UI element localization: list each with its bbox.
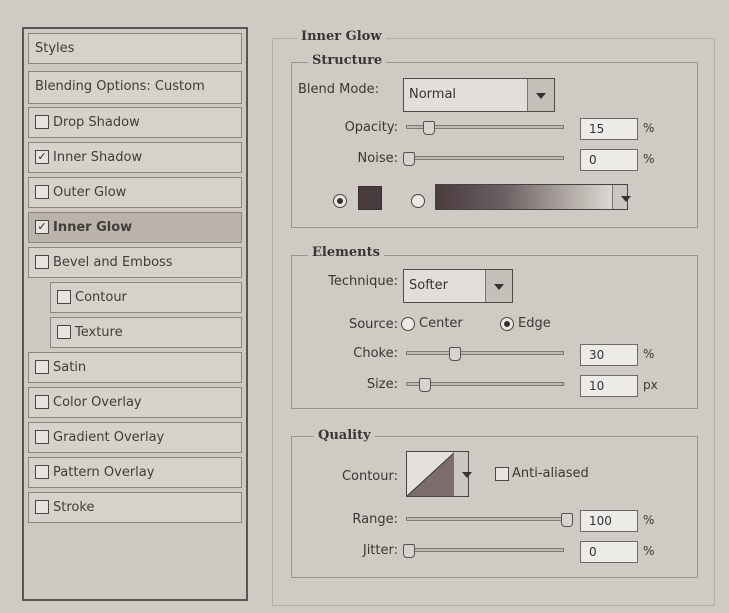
jitter-slider-track[interactable] [406, 548, 564, 552]
style-item-stroke[interactable]: Stroke [28, 492, 242, 523]
style-item-outer-glow[interactable]: Outer Glow [28, 177, 242, 208]
contour-checkbox[interactable] [57, 289, 71, 304]
size-unit: px [643, 378, 658, 392]
anti-aliased-label: Anti-aliased [512, 466, 589, 481]
noise-label: Noise: [357, 151, 398, 166]
blend-mode-select[interactable]: Normal [403, 78, 555, 112]
style-item-label: Contour [75, 290, 127, 305]
style-item-label: Gradient Overlay [53, 430, 165, 445]
style-item-label: Satin [53, 360, 87, 375]
noise-slider-thumb[interactable] [403, 152, 415, 166]
technique-value: Softer [409, 278, 448, 293]
noise-slider-track[interactable] [406, 156, 564, 160]
style-item-label: Bevel and Emboss [53, 255, 173, 270]
color-overlay-checkbox[interactable] [35, 394, 49, 409]
range-unit: % [643, 513, 655, 527]
jitter-input[interactable]: 0 [580, 541, 638, 563]
contour-label: Contour: [341, 469, 398, 484]
style-item-label: Color Overlay [53, 395, 142, 410]
styles-panel: Styles Blending Options: Custom Drop Sha… [22, 27, 248, 601]
source-edge-label: Edge [518, 316, 551, 331]
blending-options-label: Blending Options: Custom [35, 79, 205, 94]
style-item-label: Outer Glow [53, 185, 127, 200]
styles-header[interactable]: Styles [28, 33, 242, 64]
style-item-label: Pattern Overlay [53, 465, 155, 480]
style-item-label: Stroke [53, 500, 95, 515]
opacity-input[interactable]: 15 [580, 118, 638, 140]
quality-title: Quality [314, 428, 375, 443]
gradient-picker[interactable] [435, 184, 631, 210]
opacity-label: Opacity: [344, 120, 398, 135]
style-item-inner-glow[interactable]: ✓ Inner Glow [28, 212, 242, 243]
choke-slider-thumb[interactable] [449, 347, 461, 361]
bevel-emboss-checkbox[interactable] [35, 254, 49, 269]
choke-label: Choke: [353, 346, 398, 361]
blending-options-item[interactable]: Blending Options: Custom [28, 71, 242, 104]
pattern-overlay-checkbox[interactable] [35, 464, 49, 479]
source-center-label: Center [419, 316, 463, 331]
style-item-drop-shadow[interactable]: Drop Shadow [28, 107, 242, 138]
range-label: Range: [352, 512, 398, 527]
technique-select[interactable]: Softer [403, 269, 513, 303]
chevron-down-icon [527, 79, 554, 111]
range-slider-track[interactable] [406, 517, 564, 521]
styles-header-label: Styles [35, 41, 75, 56]
glow-color-swatch[interactable] [358, 186, 382, 210]
style-item-label: Inner Shadow [53, 150, 143, 165]
choke-slider-track[interactable] [406, 351, 564, 355]
jitter-slider-thumb[interactable] [403, 544, 415, 558]
structure-title: Structure [308, 53, 387, 68]
elements-title: Elements [308, 245, 384, 260]
style-item-bevel-emboss[interactable]: Bevel and Emboss [28, 247, 242, 278]
chevron-down-icon [453, 452, 472, 496]
outer-glow-checkbox[interactable] [35, 184, 49, 199]
inner-glow-title: Inner Glow [297, 29, 386, 44]
blend-mode-label: Blend Mode: [298, 82, 379, 97]
style-item-inner-shadow[interactable]: ✓ Inner Shadow [28, 142, 242, 173]
source-label: Source: [348, 317, 398, 332]
gradient-radio[interactable] [411, 194, 425, 208]
range-input[interactable]: 100 [580, 510, 638, 532]
opacity-unit: % [643, 121, 655, 135]
style-item-texture[interactable]: Texture [50, 317, 242, 348]
texture-checkbox[interactable] [57, 324, 71, 339]
inner-glow-checkbox[interactable]: ✓ [35, 219, 49, 234]
style-item-color-overlay[interactable]: Color Overlay [28, 387, 242, 418]
gradient-overlay-checkbox[interactable] [35, 429, 49, 444]
noise-unit: % [643, 152, 655, 166]
jitter-label: Jitter: [362, 543, 398, 558]
style-item-satin[interactable]: Satin [28, 352, 242, 383]
contour-picker[interactable] [406, 451, 472, 497]
source-edge-radio[interactable] [500, 317, 514, 331]
style-item-label: Inner Glow [53, 220, 133, 235]
opacity-slider-thumb[interactable] [423, 121, 435, 135]
style-item-label: Texture [75, 325, 123, 340]
contour-curve-icon [407, 452, 455, 496]
blend-mode-value: Normal [409, 87, 457, 102]
style-item-gradient-overlay[interactable]: Gradient Overlay [28, 422, 242, 453]
stroke-checkbox[interactable] [35, 499, 49, 514]
noise-input[interactable]: 0 [580, 149, 638, 171]
solid-color-radio[interactable] [333, 194, 347, 208]
inner-shadow-checkbox[interactable]: ✓ [35, 149, 49, 164]
size-slider-thumb[interactable] [419, 378, 431, 392]
range-slider-thumb[interactable] [561, 513, 573, 527]
size-input[interactable]: 10 [580, 375, 638, 397]
satin-checkbox[interactable] [35, 359, 49, 374]
choke-input[interactable]: 30 [580, 344, 638, 366]
chevron-down-icon [612, 185, 631, 209]
drop-shadow-checkbox[interactable] [35, 114, 49, 129]
style-item-label: Drop Shadow [53, 115, 140, 130]
choke-unit: % [643, 347, 655, 361]
technique-label: Technique: [328, 274, 398, 289]
style-item-contour[interactable]: Contour [50, 282, 242, 313]
anti-aliased-checkbox[interactable] [495, 467, 509, 481]
source-center-radio[interactable] [401, 317, 415, 331]
style-item-pattern-overlay[interactable]: Pattern Overlay [28, 457, 242, 488]
chevron-down-icon [485, 270, 512, 302]
jitter-unit: % [643, 544, 655, 558]
size-label: Size: [366, 377, 398, 392]
